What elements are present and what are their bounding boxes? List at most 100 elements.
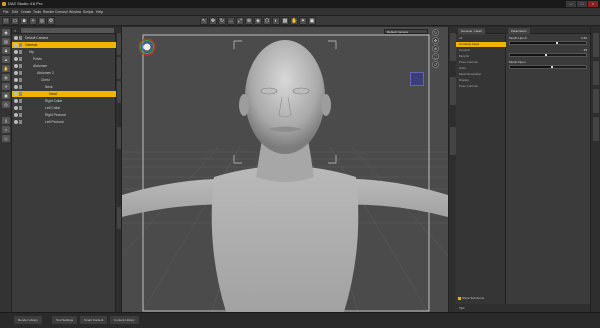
lock-icon[interactable] [19, 57, 22, 61]
scene-node-row[interactable]: Neck [12, 84, 116, 90]
parameter-slider[interactable] [509, 53, 587, 57]
parameter-slider[interactable] [509, 41, 587, 45]
visibility-eye-icon[interactable] [14, 106, 18, 110]
material-icon[interactable]: ◍ [2, 74, 10, 81]
morph-icon[interactable]: ◇ [2, 135, 10, 142]
parameter-group-item[interactable]: All [456, 36, 506, 41]
compass-gizmo-icon[interactable] [138, 38, 156, 56]
parameter-group-item[interactable]: Pose Controls [456, 60, 506, 65]
lock-icon[interactable] [19, 120, 22, 124]
close-button[interactable]: × [588, 1, 598, 7]
menu-window[interactable]: Window [69, 10, 81, 14]
tab-node[interactable]: Genesis : Head [458, 28, 485, 34]
open-icon[interactable]: ▭ [11, 17, 19, 25]
parameter-group-item[interactable]: Pose Controls [456, 84, 506, 89]
minimize-button[interactable]: – [566, 1, 576, 7]
parameter-group-item[interactable]: Display [456, 78, 506, 83]
tips-bar[interactable]: Tips [456, 304, 590, 312]
save-icon[interactable]: ■ [20, 17, 28, 25]
zoom-icon[interactable]: ⊕ [432, 45, 439, 52]
show-subitems-checkbox[interactable]: Show Sub-Items [458, 296, 484, 300]
visibility-eye-icon[interactable] [14, 78, 18, 82]
spot-render-icon[interactable]: ◐ [272, 17, 280, 25]
parameter-group-item[interactable]: Currently Used [456, 42, 506, 47]
scene-node-row[interactable]: Abdomen 2 [12, 70, 116, 76]
scene-node-row[interactable]: Right Pectoral [12, 112, 116, 118]
parameter-row[interactable]: Mouth Open [507, 60, 590, 71]
region-navigator-icon[interactable]: ▦ [281, 17, 289, 25]
lock-icon[interactable] [19, 43, 22, 47]
prop-icon[interactable]: ▲ [2, 56, 10, 63]
parameter-value[interactable]: 35 [584, 48, 587, 52]
parameter-row[interactable]: 35 [507, 48, 590, 59]
lock-icon[interactable] [19, 106, 22, 110]
camera-icon[interactable]: ▣ [2, 92, 10, 99]
visibility-eye-icon[interactable] [14, 71, 18, 75]
scene-node-row[interactable]: Chest [12, 77, 116, 83]
parameter-group-item[interactable]: General [456, 48, 506, 53]
scene-icon[interactable]: ◉ [2, 29, 10, 36]
content-icon[interactable]: ▤ [2, 38, 10, 45]
lock-icon[interactable] [19, 36, 22, 40]
node-selection-icon[interactable]: ↖ [200, 17, 208, 25]
script-icon[interactable]: § [2, 117, 10, 124]
menu-tools[interactable]: Tools [33, 10, 41, 14]
visibility-eye-icon[interactable] [14, 120, 18, 124]
frame-icon[interactable]: ▢ [432, 53, 439, 60]
rotate-icon[interactable]: ↻ [432, 29, 439, 36]
lock-icon[interactable] [19, 92, 22, 96]
viewport[interactable]: Default Camera ↻ ✥ ⊕ ▢ ↺ [122, 27, 448, 312]
visibility-eye-icon[interactable] [14, 36, 18, 40]
scene-node-row[interactable]: Left Collar [12, 105, 116, 111]
lock-icon[interactable] [19, 71, 22, 75]
side-tab-extra[interactable] [117, 207, 121, 229]
side-tab-lights[interactable] [593, 89, 599, 113]
maximize-button[interactable]: □ [577, 1, 587, 7]
reset-icon[interactable]: ↺ [432, 61, 439, 68]
scene-node-row[interactable]: Abdomen [12, 63, 116, 69]
scene-node-row[interactable]: Right Collar [12, 98, 116, 104]
visibility-eye-icon[interactable] [14, 85, 18, 89]
light-icon[interactable]: ☀ [2, 83, 10, 90]
parameter-slider[interactable] [509, 65, 587, 69]
scene-node-row[interactable]: Default Camera [12, 35, 116, 41]
visibility-eye-icon[interactable] [14, 92, 18, 96]
figure-icon[interactable]: ♟ [2, 47, 10, 54]
universal-tool-icon[interactable]: ✥ [209, 17, 217, 25]
hair-icon[interactable]: ≈ [2, 126, 10, 133]
menu-connect[interactable]: Connect [55, 10, 68, 14]
side-tab-posing[interactable] [117, 57, 121, 79]
geometry-editor-icon[interactable]: ⬡ [263, 17, 271, 25]
lock-icon[interactable] [19, 50, 22, 54]
render-icon[interactable]: ◎ [38, 17, 46, 25]
lock-icon[interactable] [19, 113, 22, 117]
parameter-value[interactable]: 1.62 [581, 36, 587, 40]
menu-help[interactable]: Help [96, 10, 103, 14]
tab-parameters[interactable]: Parameters [508, 28, 530, 34]
side-tab-surfaces[interactable] [593, 61, 599, 85]
scale-tool-icon[interactable]: ⤢ [236, 17, 244, 25]
translate-tool-icon[interactable]: ↔ [227, 17, 235, 25]
render-icon[interactable]: ◎ [2, 101, 10, 108]
side-tab-parameters[interactable] [593, 33, 599, 57]
camera-select[interactable]: Default Camera [384, 29, 428, 34]
visibility-eye-icon[interactable] [14, 57, 18, 61]
menu-file[interactable]: File [3, 10, 8, 14]
parameter-group-item[interactable]: Mesh Resolution [456, 72, 506, 77]
menu-render[interactable]: Render [43, 10, 54, 14]
slider-knob[interactable] [550, 66, 553, 68]
camera-tool-icon[interactable]: ▣ [308, 17, 316, 25]
parameter-group-item[interactable]: Actor [456, 66, 506, 71]
visibility-eye-icon[interactable] [14, 64, 18, 68]
scene-node-row[interactable]: Pelvis [12, 56, 116, 62]
pan-icon[interactable]: ✥ [432, 37, 439, 44]
scene-node-row[interactable]: Head [12, 91, 116, 97]
slider-knob[interactable] [556, 42, 559, 44]
surface-selection-icon[interactable]: ◈ [254, 17, 262, 25]
menu-edit[interactable]: Edit [12, 10, 18, 14]
visibility-eye-icon[interactable] [14, 113, 18, 117]
pose-icon[interactable]: ✋ [2, 65, 10, 72]
scene-node-row[interactable]: Hip [12, 49, 116, 55]
visibility-eye-icon[interactable] [14, 43, 18, 47]
merge-icon[interactable]: + [29, 17, 37, 25]
